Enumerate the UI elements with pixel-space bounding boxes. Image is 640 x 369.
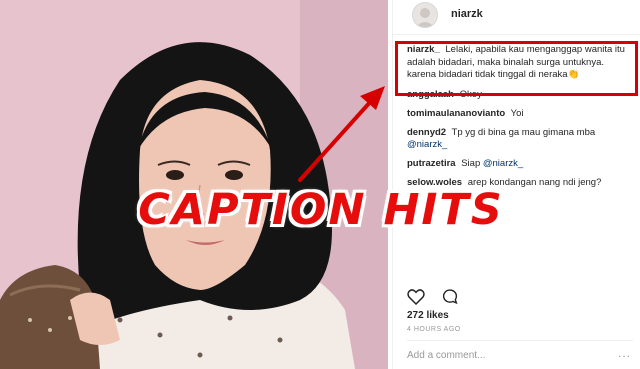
comment-text: Yoi (510, 107, 524, 119)
caption-highlight-box (395, 41, 638, 96)
comment-mention[interactable]: @niarzk_ (483, 158, 523, 169)
comment-text: Siap (461, 157, 481, 169)
list-item: tomimaulananovianto Yoi (407, 108, 633, 120)
list-item: dennyd2 Tp yg di bina ga mau gimana mba … (407, 127, 633, 151)
likes-count[interactable]: 272 likes (407, 310, 449, 321)
heart-icon[interactable] (407, 288, 425, 305)
comment-text: Tp yg di bina ga mau gimana mba (451, 126, 596, 138)
comment-mention[interactable]: @niarzk_ (407, 139, 447, 150)
comment-icon[interactable] (441, 288, 459, 305)
timestamp: 4 HOURS AGO (407, 326, 461, 333)
comment-username[interactable]: putrazetira (407, 158, 456, 169)
action-bar (407, 288, 627, 308)
comment-username[interactable]: dennyd2 (407, 127, 446, 138)
avatar[interactable] (412, 2, 438, 28)
comment-username[interactable]: tomimaulananovianto (407, 108, 505, 119)
overlay-title: CAPTION HITS (138, 185, 504, 235)
avatar-image (413, 3, 437, 27)
list-item: putrazetira Siap @niarzk_ (407, 158, 633, 170)
more-options-icon[interactable]: ... (618, 346, 631, 360)
red-arrow-icon (298, 86, 385, 182)
header-username[interactable]: niarzk (451, 8, 483, 20)
divider (407, 340, 633, 341)
post-header: niarzk (393, 0, 640, 35)
add-comment-input[interactable]: Add a comment... (407, 350, 485, 361)
